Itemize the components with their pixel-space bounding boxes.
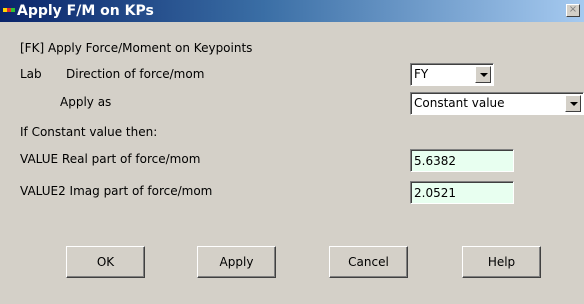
apply-as-label: Apply as xyxy=(60,95,112,109)
cancel-button[interactable]: Cancel xyxy=(329,246,408,278)
apply-as-value: Constant value xyxy=(414,96,505,110)
close-icon: × xyxy=(568,4,578,15)
help-button[interactable]: Help xyxy=(462,246,541,278)
ansys-app-icon xyxy=(3,8,15,12)
value2-label: VALUE2 Imag part of force/mom xyxy=(20,184,213,198)
command-label: [FK] Apply Force/Moment on Keypoints xyxy=(20,41,253,55)
direction-dropdown[interactable]: FY xyxy=(410,63,494,86)
apply-button[interactable]: Apply xyxy=(197,246,276,278)
direction-label: Direction of force/mom xyxy=(66,67,205,81)
close-button[interactable]: × xyxy=(566,4,580,17)
chevron-down-icon[interactable] xyxy=(475,66,491,83)
window-title: Apply F/M on KPs xyxy=(17,3,154,19)
title-bar[interactable]: Apply F/M on KPs × xyxy=(0,0,584,22)
lab-label: Lab xyxy=(20,67,42,81)
value-label: VALUE Real part of force/mom xyxy=(20,152,201,166)
value2-input[interactable] xyxy=(410,181,514,204)
direction-value: FY xyxy=(414,67,429,81)
value-input[interactable] xyxy=(410,149,514,172)
ok-button[interactable]: OK xyxy=(66,246,145,278)
apply-as-dropdown[interactable]: Constant value xyxy=(410,92,584,115)
chevron-down-icon[interactable] xyxy=(565,95,581,112)
if-constant-label: If Constant value then: xyxy=(20,125,158,139)
